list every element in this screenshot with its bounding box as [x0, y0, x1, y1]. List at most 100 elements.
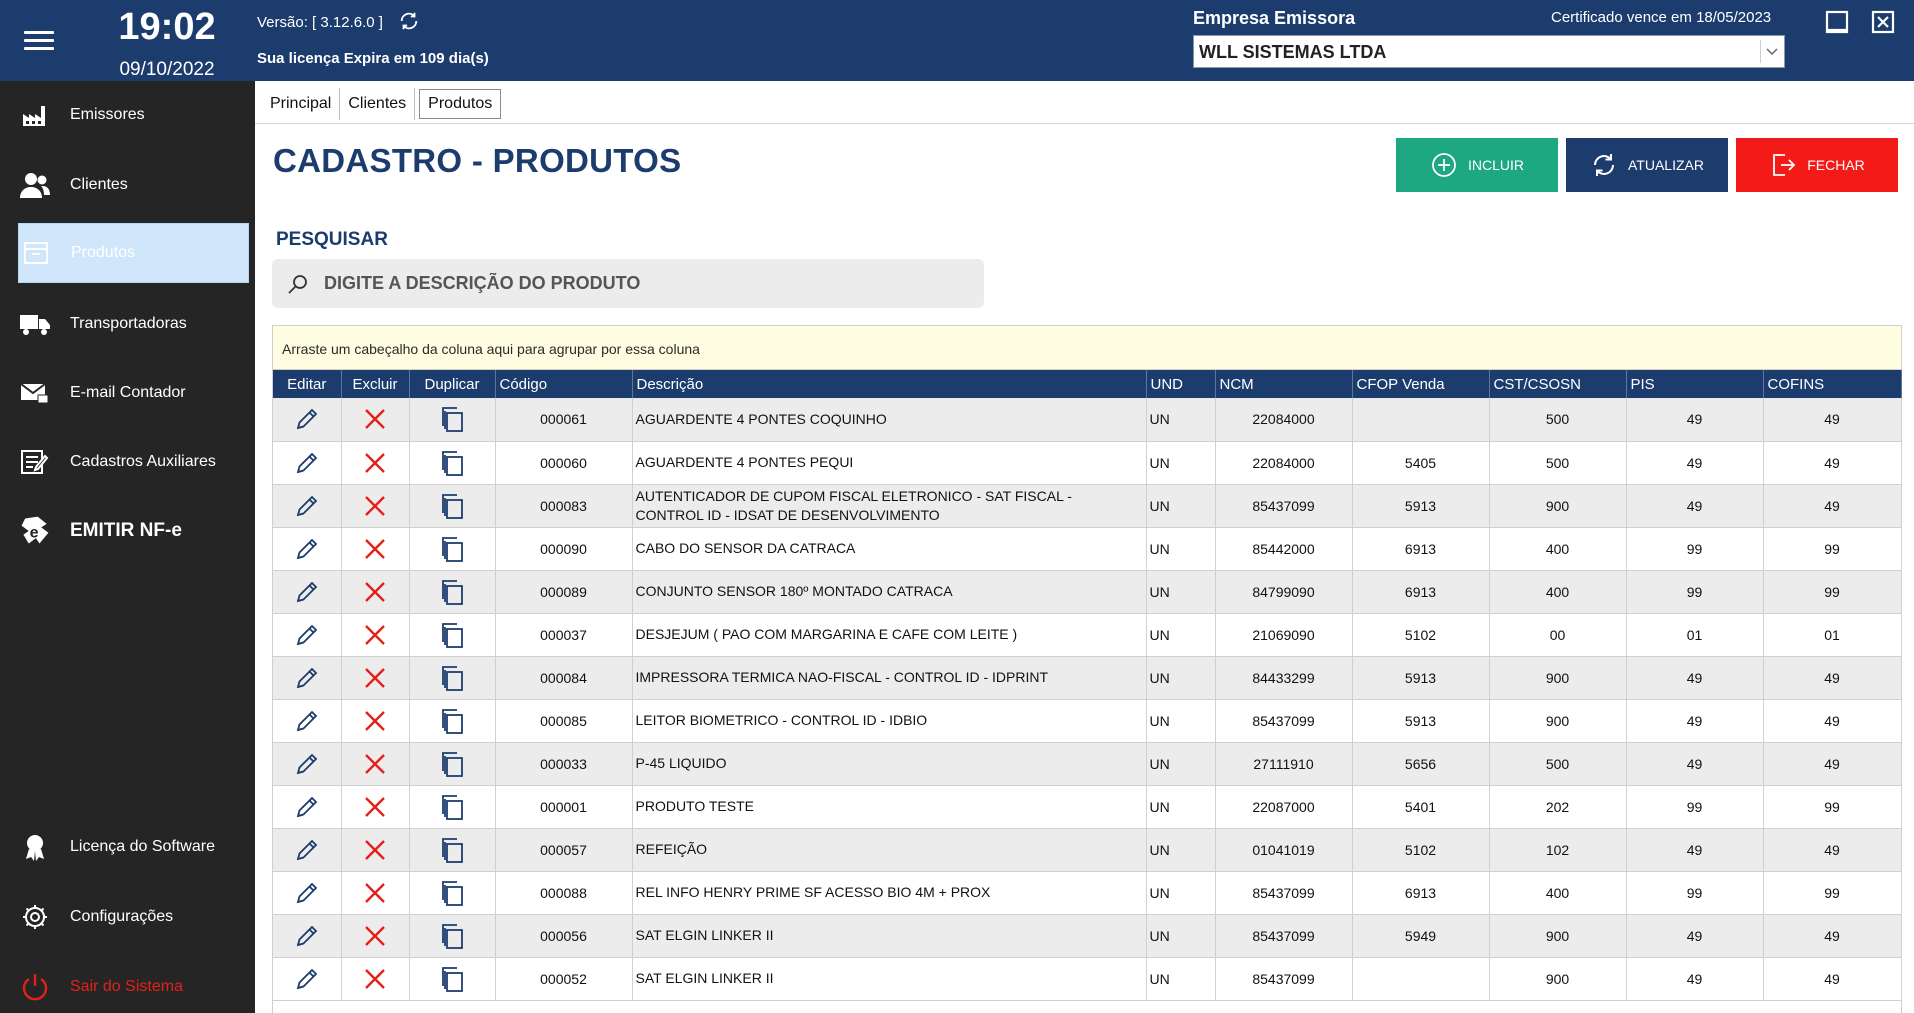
- table-row[interactable]: 000060 AGUARDENTE 4 PONTES PEQUI UN 2208400…: [273, 441, 1902, 485]
- duplicate-button[interactable]: [409, 742, 496, 786]
- edit-button[interactable]: [273, 527, 342, 571]
- duplicate-button[interactable]: [409, 527, 496, 571]
- delete-button[interactable]: [341, 484, 410, 528]
- column-header-pis[interactable]: PIS: [1626, 370, 1764, 398]
- delete-button[interactable]: [341, 398, 410, 442]
- maximize-icon[interactable]: [1824, 8, 1852, 36]
- delete-button[interactable]: [341, 527, 410, 571]
- duplicate-button[interactable]: [409, 570, 496, 614]
- delete-button[interactable]: [341, 699, 410, 743]
- tab-principal[interactable]: Principal: [262, 88, 341, 120]
- page-title: CADASTRO - PRODUTOS: [273, 142, 682, 179]
- duplicate-button[interactable]: [409, 914, 496, 958]
- delete-button[interactable]: [341, 613, 410, 657]
- delete-button[interactable]: [341, 871, 410, 915]
- column-header-cfop[interactable]: CFOP Venda: [1352, 370, 1490, 398]
- cell-codigo: 000056: [495, 914, 633, 958]
- edit-button[interactable]: [273, 785, 342, 829]
- column-header-duplicar[interactable]: Duplicar: [409, 370, 496, 398]
- sidebar-item-email-contador[interactable]: E-mail Contador: [18, 363, 249, 423]
- cell-cst: 500: [1489, 441, 1627, 485]
- sidebar-item-transportadoras[interactable]: Transportadoras: [18, 294, 249, 354]
- duplicate-button[interactable]: [409, 785, 496, 829]
- duplicate-button[interactable]: [409, 484, 496, 528]
- sidebar-item-emissores[interactable]: Emissores: [18, 85, 249, 145]
- group-by-area[interactable]: Arraste um cabeçalho da coluna aqui para…: [273, 326, 1901, 370]
- tab-clientes[interactable]: Clientes: [340, 88, 416, 120]
- duplicate-button[interactable]: [409, 828, 496, 872]
- column-header-descricao[interactable]: Descrição: [632, 370, 1147, 398]
- edit-button[interactable]: [273, 441, 342, 485]
- edit-button[interactable]: [273, 914, 342, 958]
- duplicate-button[interactable]: [409, 656, 496, 700]
- certificate-expiry: Certificado vence em 18/05/2023: [1551, 9, 1772, 26]
- edit-button[interactable]: [273, 699, 342, 743]
- refresh-icon[interactable]: [398, 10, 420, 32]
- delete-button[interactable]: [341, 656, 410, 700]
- table-row[interactable]: 000083 AUTENTICADOR DE CUPOM FISCAL ELETR…: [273, 484, 1902, 528]
- delete-button[interactable]: [341, 742, 410, 786]
- duplicate-button[interactable]: [409, 957, 496, 1001]
- search-label: PESQUISAR: [276, 229, 388, 250]
- edit-button[interactable]: [273, 871, 342, 915]
- duplicate-button[interactable]: [409, 699, 496, 743]
- cell-cfop: 5913: [1352, 656, 1490, 700]
- table-row[interactable]: 000056 SAT ELGIN LINKER II UN 85437099 5949 9…: [273, 914, 1902, 958]
- table-row[interactable]: 000001 PRODUTO TESTE UN 22087000 5401 202 99 99: [273, 785, 1902, 829]
- sidebar-item-produtos[interactable]: Produtos: [18, 223, 249, 283]
- table-row[interactable]: 000088 REL INFO HENRY PRIME SF ACESSO BIO…: [273, 871, 1902, 915]
- chevron-down-icon[interactable]: [1760, 40, 1782, 63]
- search-input[interactable]: [324, 273, 964, 294]
- edit-button[interactable]: [273, 742, 342, 786]
- edit-button[interactable]: [273, 398, 342, 442]
- edit-button[interactable]: [273, 484, 342, 528]
- atualizar-button[interactable]: ATUALIZAR: [1566, 138, 1728, 192]
- column-header-ncm[interactable]: NCM: [1215, 370, 1353, 398]
- tab-produtos[interactable]: Produtos: [419, 89, 502, 119]
- edit-button[interactable]: [273, 570, 342, 614]
- table-row[interactable]: 000061 AGUARDENTE 4 PONTES COQUINHO UN 2208…: [273, 398, 1902, 442]
- column-header-editar[interactable]: Editar: [273, 370, 342, 398]
- sidebar-item-clientes[interactable]: Clientes: [18, 155, 249, 215]
- column-header-cofins[interactable]: COFINS: [1763, 370, 1902, 398]
- sidebar-item-sair[interactable]: Sair do Sistema: [18, 957, 249, 1013]
- table-row[interactable]: 000052 SAT ELGIN LINKER II UN 85437099 900 49…: [273, 957, 1902, 1001]
- column-header-codigo[interactable]: Código: [495, 370, 633, 398]
- table-row[interactable]: 000033 P-45 LIQUIDO UN 27111910 5656 500 49 49: [273, 742, 1902, 786]
- sidebar-item-configuracoes[interactable]: Configurações: [18, 887, 249, 947]
- sidebar-item-licenca[interactable]: Licença do Software: [18, 817, 249, 877]
- edit-button[interactable]: [273, 656, 342, 700]
- empresa-select[interactable]: WLL SISTEMAS LTDA: [1193, 35, 1785, 68]
- cell-cfop: [1352, 398, 1490, 442]
- duplicate-button[interactable]: [409, 398, 496, 442]
- fechar-button[interactable]: FECHAR: [1736, 138, 1898, 192]
- delete-button[interactable]: [341, 828, 410, 872]
- table-row[interactable]: 000090 CABO DO SENSOR DA CATRACA UN 8544200…: [273, 527, 1902, 571]
- duplicate-button[interactable]: [409, 871, 496, 915]
- edit-button[interactable]: [273, 828, 342, 872]
- delete-button[interactable]: [341, 914, 410, 958]
- delete-button[interactable]: [341, 570, 410, 614]
- table-row[interactable]: 000037 DESJEJUM ( PAO COM MARGARINA E CAF…: [273, 613, 1902, 657]
- search-icon: [288, 274, 307, 294]
- table-row[interactable]: 000089 CONJUNTO SENSOR 180º MONTADO CATRA…: [273, 570, 1902, 614]
- column-header-excluir[interactable]: Excluir: [341, 370, 410, 398]
- sidebar-item-emitir-nfe[interactable]: e EMITIR NF-e: [18, 501, 249, 561]
- table-row[interactable]: 000085 LEITOR BIOMETRICO - CONTROL ID - I…: [273, 699, 1902, 743]
- sidebar-item-cadastros-auxiliares[interactable]: Cadastros Auxiliares: [18, 432, 249, 492]
- table-row[interactable]: 000057 REFEIÇÃO UN 01041019 5102 102 49 49: [273, 828, 1902, 872]
- delete-button[interactable]: [341, 441, 410, 485]
- column-header-und[interactable]: UND: [1146, 370, 1216, 398]
- edit-button[interactable]: [273, 957, 342, 1001]
- hamburger-menu-icon[interactable]: [20, 26, 58, 56]
- delete-button[interactable]: [341, 785, 410, 829]
- close-icon[interactable]: [1870, 8, 1898, 36]
- table-row[interactable]: 000084 IMPRESSORA TERMICA NAO-FISCAL - CO…: [273, 656, 1902, 700]
- duplicate-button[interactable]: [409, 613, 496, 657]
- incluir-button[interactable]: INCLUIR: [1396, 138, 1558, 192]
- cell-descricao: CABO DO SENSOR DA CATRACA: [632, 527, 1147, 571]
- delete-button[interactable]: [341, 957, 410, 1001]
- duplicate-button[interactable]: [409, 441, 496, 485]
- column-header-cst[interactable]: CST/CSOSN: [1489, 370, 1627, 398]
- edit-button[interactable]: [273, 613, 342, 657]
